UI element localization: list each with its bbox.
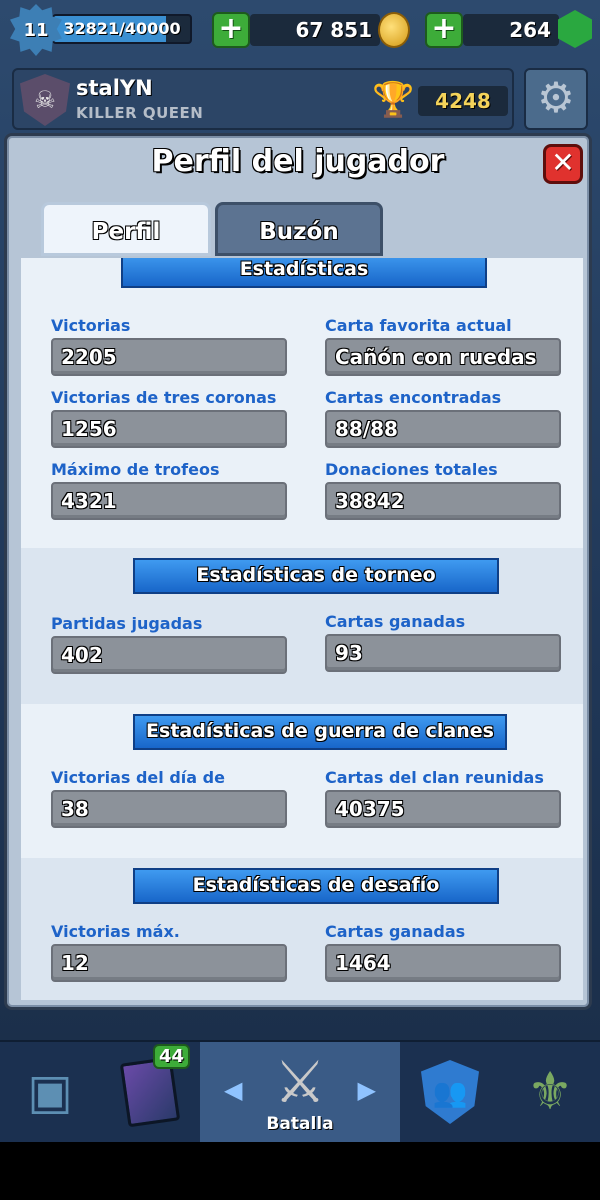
stat-label: Cartas ganadas <box>325 612 466 631</box>
section-ribbon: Estadísticas de guerra de clanes <box>133 714 507 750</box>
gold-coin-icon <box>378 12 410 48</box>
gear-icon: ⚙ <box>537 73 575 122</box>
gem-counter: 264 <box>463 14 559 46</box>
nav-clan[interactable]: 👥 <box>400 1042 500 1142</box>
stat-label: Carta favorita actual <box>325 316 512 335</box>
screen-bottom-bar <box>0 1142 600 1200</box>
profile-stats-panel: Estadísticas Victorias 2205 Carta favori… <box>21 258 583 1000</box>
challenge-stats-section: Estadísticas de desafío Victorias máx. 1… <box>21 858 583 1000</box>
stat-label: Cartas encontradas <box>325 388 502 407</box>
cards-badge: 44 <box>152 1044 190 1069</box>
clan-war-stats-section: Estadísticas de guerra de clanes Victori… <box>21 704 583 858</box>
chevron-left-icon[interactable]: ◀ <box>224 1076 242 1104</box>
battle-swords-icon: ⚔ <box>274 1048 326 1116</box>
nav-shop[interactable]: ▣ <box>0 1042 100 1142</box>
clan-name: KILLER QUEEN <box>76 104 204 122</box>
level-badge: 11 <box>10 4 62 56</box>
stats-section: Estadísticas Victorias 2205 Carta favori… <box>21 258 583 548</box>
stat-value: 38 <box>51 790 287 828</box>
settings-gear-button[interactable]: ⚙ <box>524 68 588 130</box>
plus-icon: + <box>431 11 457 46</box>
stat-value: 1464 <box>325 944 561 982</box>
stat-value: 1256 <box>51 410 287 448</box>
chest-icon: ▣ <box>27 1064 73 1120</box>
stat-label: Victorias <box>51 316 131 335</box>
tab-profile[interactable]: Perfil <box>41 202 211 256</box>
chevron-right-icon[interactable]: ▶ <box>358 1076 376 1104</box>
stat-label: Máximo de trofeos <box>51 460 220 479</box>
stat-label: Cartas del clan reunidas <box>325 768 544 787</box>
bottom-navigation: ▣ 44 ◀ ⚔ Batalla ▶ 👥 ⚜ <box>0 1040 600 1142</box>
player-profile-bar[interactable]: ☠ stalYN KILLER QUEEN 🏆 4248 <box>12 68 514 130</box>
tournament-icon: ⚜ <box>526 1062 574 1122</box>
nav-tournaments[interactable]: ⚜ <box>500 1042 600 1142</box>
xp-text: 32821/40000 <box>63 19 181 38</box>
nav-battle[interactable]: ◀ ⚔ Batalla ▶ <box>200 1042 400 1142</box>
section-ribbon: Estadísticas de torneo <box>133 558 499 594</box>
add-gold-button[interactable]: + <box>212 12 250 48</box>
gem-icon <box>558 10 592 48</box>
stat-value: 402 <box>51 636 287 674</box>
plus-icon: + <box>218 11 244 46</box>
xp-bar: 32821/40000 <box>52 14 192 44</box>
skull-shield-icon: ☠ <box>20 74 70 126</box>
stat-value: 88/88 <box>325 410 561 448</box>
stat-label: Donaciones totales <box>325 460 498 479</box>
stat-label: Cartas ganadas <box>325 922 466 941</box>
stat-value: 2205 <box>51 338 287 376</box>
clan-icon: 👥 <box>421 1060 479 1124</box>
close-button[interactable]: ✕ <box>543 144 583 184</box>
player-name: stalYN <box>76 76 153 100</box>
section-ribbon: Estadísticas <box>121 258 487 288</box>
trophy-count: 4248 <box>418 86 508 116</box>
add-gems-button[interactable]: + <box>425 12 463 48</box>
close-icon: ✕ <box>551 146 575 179</box>
stat-value: 93 <box>325 634 561 672</box>
gold-amount: 67 851 <box>295 18 372 42</box>
stat-label: Victorias de tres coronas <box>51 388 277 407</box>
tournament-stats-section: Estadísticas de torneo Partidas jugadas … <box>21 548 583 704</box>
stat-label: Partidas jugadas <box>51 614 203 633</box>
level-text: 11 <box>23 19 49 41</box>
stat-value: 40375 <box>325 790 561 828</box>
player-profile-modal: Perfil del jugador ✕ Perfil Buzón Estadí… <box>4 133 592 1010</box>
nav-cards[interactable]: 44 <box>100 1042 200 1142</box>
trophy-icon: 🏆 <box>372 80 415 120</box>
tab-inbox[interactable]: Buzón <box>215 202 383 256</box>
modal-title: Perfil del jugador <box>151 144 445 179</box>
gold-counter: 67 851 <box>250 14 380 46</box>
stat-value: 38842 <box>325 482 561 520</box>
stat-value: 4321 <box>51 482 287 520</box>
stat-label: Victorias máx. <box>51 922 180 941</box>
stat-value: Cañón con ruedas <box>325 338 561 376</box>
section-ribbon: Estadísticas de desafío <box>133 868 499 904</box>
battle-label: Batalla <box>266 1114 334 1134</box>
gem-amount: 264 <box>509 18 551 42</box>
stat-value: 12 <box>51 944 287 982</box>
